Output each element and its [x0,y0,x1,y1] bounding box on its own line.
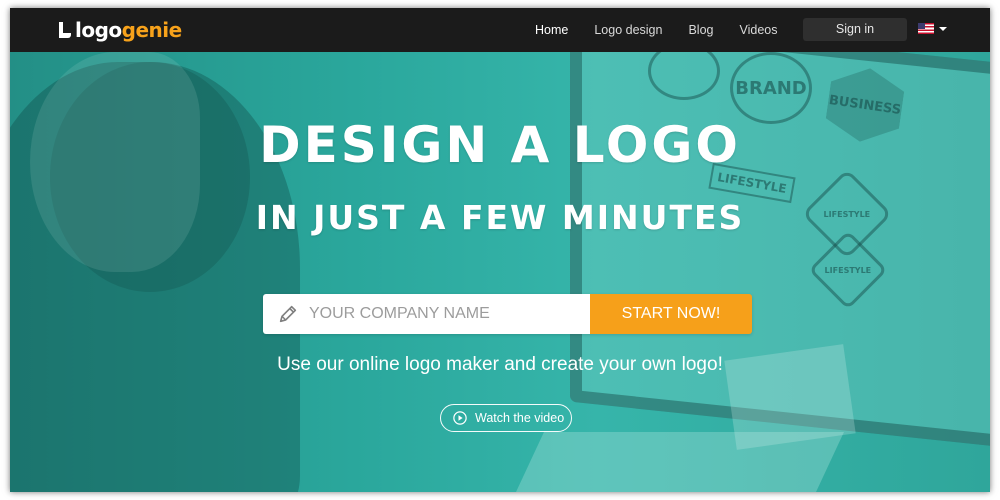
nav-item-home[interactable]: Home [535,23,568,37]
sign-in-button[interactable]: Sign in [803,18,907,41]
genie-lamp-icon [58,22,72,38]
pencil-icon [279,305,297,323]
language-selector[interactable] [918,23,947,34]
nav-item-videos[interactable]: Videos [740,23,778,37]
company-name-field [263,294,590,334]
hero-subheadline: IN JUST A FEW MINUTES [255,198,745,237]
browser-frame: logo genie Home Logo design Blog Videos S… [10,8,990,492]
nav-item-logo-design[interactable]: Logo design [594,23,662,37]
company-name-form: START NOW! [263,294,752,334]
us-flag-icon [918,23,934,34]
hero-headline: DESIGN A LOGO [259,116,741,174]
hero-description: Use our online logo maker and create you… [277,354,723,375]
logogenie-logo[interactable]: logo genie [58,17,182,43]
watch-video-button[interactable]: Watch the video [440,404,572,432]
background-badge-brand: BRAND [730,52,812,124]
logo-text-genie: genie [121,18,183,42]
caret-down-icon [939,26,947,31]
start-now-button[interactable]: START NOW! [590,294,752,334]
watch-video-label: Watch the video [475,411,565,425]
top-navbar: logo genie Home Logo design Blog Videos S… [10,8,990,52]
company-name-input[interactable] [309,294,579,334]
nav-item-blog[interactable]: Blog [688,23,713,37]
logo-text-logo: logo [75,18,122,42]
play-icon [453,411,467,425]
nav-links: Home Logo design Blog Videos [535,8,804,52]
